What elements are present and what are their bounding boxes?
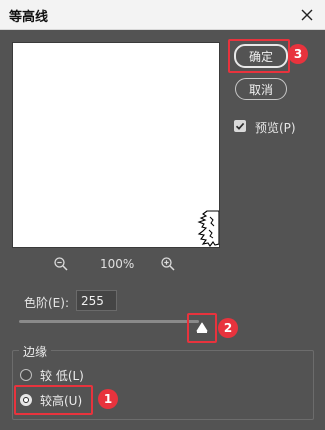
- annotation-marker-1: 1: [98, 389, 118, 409]
- contour-dialog: 等高线 100% 确定 取消 预览(P) 色阶(E): 255 边缘 较 低(L…: [0, 0, 325, 430]
- preview-canvas[interactable]: [12, 42, 220, 248]
- level-input[interactable]: [76, 290, 117, 311]
- zoom-out-icon[interactable]: [53, 256, 69, 272]
- annotation-marker-3: 3: [288, 44, 308, 64]
- radio-lower-button[interactable]: [20, 369, 32, 381]
- preview-checkbox[interactable]: [234, 120, 246, 132]
- zoom-level: 100%: [100, 257, 135, 271]
- close-icon[interactable]: [297, 5, 317, 25]
- annotation-box-radio: [14, 385, 93, 415]
- zoom-in-icon[interactable]: [160, 256, 176, 272]
- dialog-title: 等高线: [9, 10, 49, 25]
- checkmark-icon: [235, 122, 245, 130]
- contour-preview-artwork: [197, 210, 219, 247]
- annotation-box-ok: [228, 39, 290, 73]
- title-bar: 等高线: [0, 0, 325, 30]
- level-label: 色阶(E):: [24, 296, 69, 310]
- annotation-marker-2: 2: [218, 318, 238, 338]
- preview-checkbox-label: 预览(P): [255, 121, 296, 135]
- cancel-button[interactable]: 取消: [235, 78, 287, 100]
- zoom-controls: 100%: [0, 256, 230, 274]
- level-slider-track[interactable]: [19, 320, 199, 323]
- radio-lower-label: 较 低(L): [40, 369, 84, 383]
- edge-group-legend: 边缘: [19, 343, 52, 360]
- annotation-box-slider: [187, 313, 217, 343]
